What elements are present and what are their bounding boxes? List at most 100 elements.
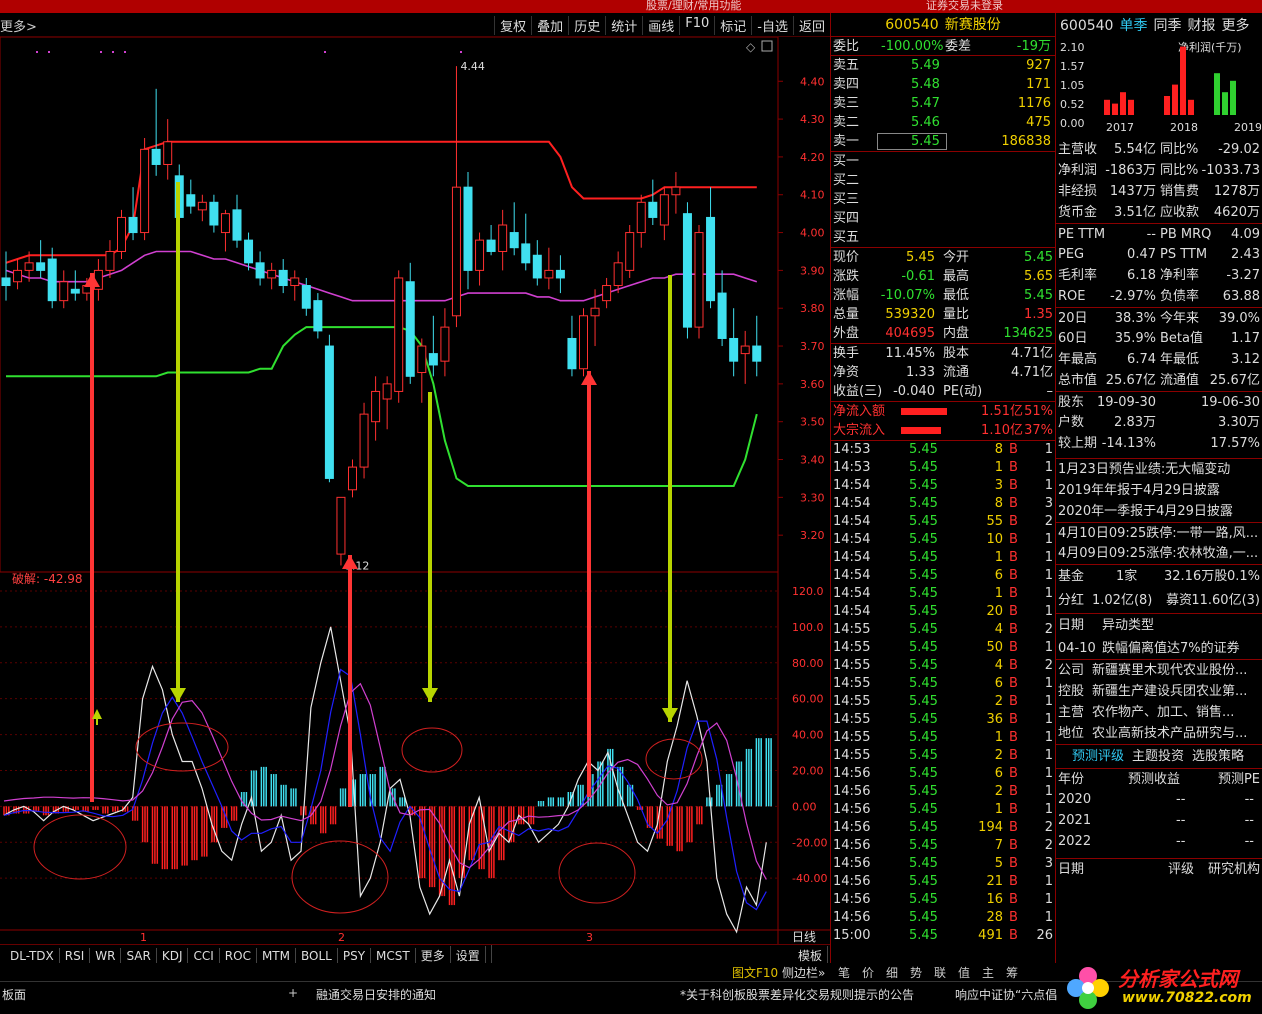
toolbar-button[interactable]: -自选: [751, 16, 793, 35]
finance-tab[interactable]: 预测评级: [1072, 749, 1124, 764]
toolbar-button[interactable]: 返回: [792, 16, 830, 35]
toolbar-button[interactable]: 画线: [642, 16, 679, 35]
sidebar-label[interactable]: 侧边栏»: [782, 966, 825, 980]
finance-header-item[interactable]: 财报: [1187, 18, 1215, 34]
kline-chart[interactable]: 4.40 4.30 4.20 4.10 4.00 3.90 3.80 3.70 3.60 3.50…: [0, 37, 830, 944]
buy-row[interactable]: 买四: [831, 209, 1055, 228]
tab-5[interactable]: CCI: [188, 948, 220, 964]
company-row[interactable]: 主营 农作物产、加工、销售...: [1056, 702, 1262, 723]
tick-price: 5.45: [909, 910, 938, 925]
mini-year: 2018: [1170, 121, 1198, 134]
tab-10[interactable]: MCST: [371, 948, 416, 964]
fin-label: 60日: [1058, 331, 1088, 346]
tab-7[interactable]: MTM: [257, 948, 296, 964]
diamond-icon[interactable]: ◇: [746, 40, 756, 54]
fin-label: PEG: [1058, 247, 1085, 262]
toolbar-button[interactable]: 统计: [605, 16, 642, 35]
stat-label: 涨跌: [833, 269, 860, 284]
finance-header-item[interactable]: 同季: [1153, 18, 1181, 34]
rating-head: 日期 评级 研究机构: [1056, 858, 1262, 879]
fund-cell: 募资: [1166, 593, 1193, 608]
toolbar-button[interactable]: F10: [679, 16, 714, 35]
tab-1[interactable]: RSI: [60, 948, 91, 964]
tab-3[interactable]: SAR: [121, 948, 157, 964]
buy-row[interactable]: 买五: [831, 228, 1055, 247]
note-text[interactable]: 2020年一季报于4月29日披露: [1058, 501, 1233, 522]
buy-row[interactable]: 买三: [831, 190, 1055, 209]
tab-2[interactable]: WR: [90, 948, 122, 964]
osc-tick-label: -40.00: [792, 872, 827, 885]
sell-arrow-head: [422, 688, 438, 702]
note-text[interactable]: 4月09日09:25涨停:农林牧渔,一...: [1058, 543, 1258, 564]
toolbar-button[interactable]: 标记: [714, 16, 751, 35]
toolbar-button[interactable]: 叠加: [531, 16, 568, 35]
add-icon[interactable]: +: [288, 986, 298, 1000]
buy-row[interactable]: 买二: [831, 171, 1055, 190]
finance-header-item[interactable]: 单季: [1119, 18, 1147, 34]
tick-price: 5.45: [909, 658, 938, 673]
finance-header-item[interactable]: 更多: [1221, 18, 1249, 34]
top-menu-label[interactable]: 股票/理财/常用功能: [646, 0, 741, 13]
stat2-row: 收益(三) -0.040 PE(动) –: [831, 382, 1055, 401]
price-tick-label: 3.20: [800, 529, 825, 542]
note-row[interactable]: 4月09日09:25涨停:农林牧渔,一...: [1056, 543, 1262, 564]
sub-icons[interactable]: 笔价细势联值主筹: [838, 964, 1030, 981]
forecast-cell: --: [1244, 834, 1254, 849]
finance-row: 户数 2.83万 3.30万: [1056, 412, 1262, 433]
candle-body: [128, 216, 138, 234]
stat2-value2: 4.71亿: [1011, 365, 1053, 380]
tab-9[interactable]: PSY: [338, 948, 372, 964]
tick-count: 1: [1044, 604, 1053, 619]
toolbar-button[interactable]: 复权: [494, 16, 531, 35]
tab-6[interactable]: ROC: [220, 948, 257, 964]
status-notice3[interactable]: 响应中证协“六点倡: [955, 986, 1057, 1003]
tab-0[interactable]: DL-TDX: [5, 948, 60, 964]
tab-8[interactable]: BOLL: [296, 948, 338, 964]
finance-notes: 1月23日预告业绩:无大幅变动 2019年年报于4月29日披露 2020年一季报于4…: [1056, 458, 1262, 564]
note-text[interactable]: 4月10日09:25跌停:一带一路,风...: [1058, 523, 1258, 544]
top-login-label[interactable]: 证券交易未登录: [926, 0, 1003, 13]
candle-body: [186, 194, 196, 207]
finance-panel: 600540 单季 同季 财报 更多 2.10 1.57 1.05 0.52 0.00 净利润(千…: [1055, 13, 1262, 963]
note-text[interactable]: 2019年年报于4月29日披露: [1058, 480, 1220, 501]
status-board[interactable]: 板面: [2, 986, 26, 1003]
fin-value: 19-09-30: [1096, 395, 1156, 410]
sell-row[interactable]: 卖四 5.48 171: [831, 75, 1055, 94]
fin-label: PE TTM: [1058, 227, 1106, 242]
more-button[interactable]: 更多>: [0, 16, 37, 35]
note-row[interactable]: 2020年一季报于4月29日披露: [1056, 501, 1262, 522]
events-row[interactable]: 04-10 跌幅偏离值达7%的证券: [1056, 638, 1262, 659]
sell-row[interactable]: 卖五 5.49 927: [831, 56, 1055, 75]
fin-value: 6.74: [1127, 352, 1156, 367]
sell-row[interactable]: 卖一 5.45 186838: [831, 132, 1055, 151]
company-row[interactable]: 控股 新疆生产建设兵团农业第...: [1056, 681, 1262, 702]
buy-row[interactable]: 买一: [831, 152, 1055, 171]
company-row[interactable]: 公司 新疆赛里木现代农业股份...: [1056, 660, 1262, 681]
finance-tab[interactable]: 主题投资: [1132, 749, 1184, 764]
sell-volume: 927: [1026, 58, 1051, 73]
sell-row[interactable]: 卖三 5.47 1176: [831, 94, 1055, 113]
stat-label2: 最低: [943, 288, 970, 303]
stock-title: 600540 新赛股份: [831, 13, 1055, 37]
note-row[interactable]: 4月10日09:25跌停:一带一路,风...: [1056, 522, 1262, 543]
events-section: 日期 异动类型 04-10 跌幅偏离值达7%的证券: [1056, 613, 1262, 659]
status-notice1[interactable]: 融通交易日安排的通知: [316, 986, 436, 1003]
f10-button[interactable]: 图文F10 侧边栏»: [732, 964, 825, 981]
tick-volume: 491: [978, 928, 1003, 943]
note-text[interactable]: 1月23日预告业绩:无大幅变动: [1058, 459, 1230, 480]
tick-row: 14:56 5.45 21 B 1: [831, 873, 1055, 891]
note-row[interactable]: 1月23日预告业绩:无大幅变动: [1056, 459, 1262, 480]
window-icon[interactable]: [761, 40, 773, 52]
company-row[interactable]: 地位 农业高新技术产品研究与...: [1056, 723, 1262, 744]
tick-side: B: [1009, 856, 1018, 871]
tick-time: 14:54: [833, 604, 871, 619]
status-notice2[interactable]: *关于科创板股票差异化交易规则提示的公告: [680, 986, 914, 1003]
toolbar-button[interactable]: 历史: [568, 16, 605, 35]
tab-4[interactable]: KDJ: [157, 948, 189, 964]
period-label[interactable]: 日线: [792, 930, 816, 944]
note-row[interactable]: 2019年年报于4月29日披露: [1056, 480, 1262, 501]
finance-tabs: 预测评级 主题投资 选股策略: [1056, 744, 1262, 768]
sell-row[interactable]: 卖二 5.46 475: [831, 113, 1055, 132]
finance-tab[interactable]: 选股策略: [1192, 749, 1244, 764]
tick-list[interactable]: 14:53 5.45 8 B 1 14:53 5.45 1 B 1 14:54 5.45 3 B 1 14:5…: [831, 440, 1055, 945]
